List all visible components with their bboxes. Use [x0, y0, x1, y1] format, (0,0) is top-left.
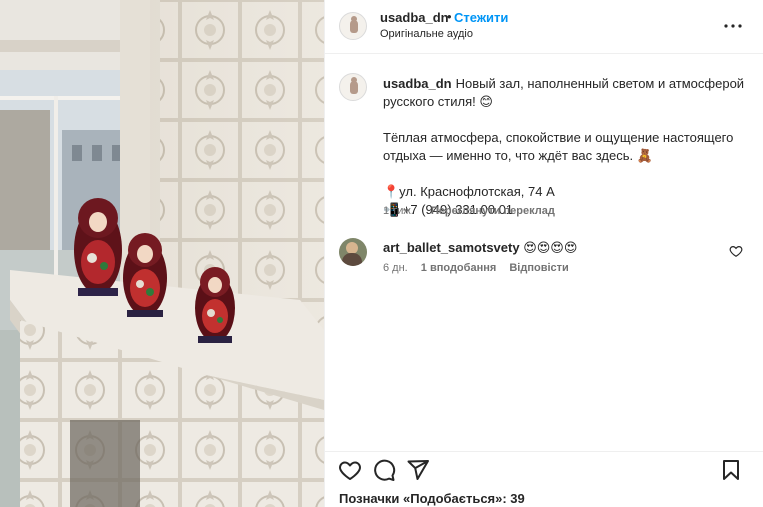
- commenter-username[interactable]: art_ballet_samotsvety: [383, 240, 520, 255]
- comment-meta: 6 дн. 1 вподобання Відповісти: [383, 262, 579, 274]
- caption-line-2: Тёплая атмосфера, спокойствие и ощущение…: [383, 130, 734, 163]
- see-translation-button[interactable]: Переглянути переклад: [431, 205, 555, 217]
- comment-text: art_ballet_samotsvety 😍😍😍😍: [383, 240, 577, 256]
- matryoshka-large: [74, 198, 122, 296]
- commenter-avatar[interactable]: [339, 238, 367, 266]
- author-avatar[interactable]: [339, 12, 367, 40]
- action-bar: [325, 451, 763, 485]
- post-media[interactable]: [0, 0, 324, 507]
- more-options-icon[interactable]: [721, 14, 745, 38]
- author-username[interactable]: usadba_dn: [380, 10, 449, 25]
- post-sidebar: usadba_dn • Стежити Оригінальне аудіо us…: [324, 0, 763, 507]
- matryoshka-medium: [123, 233, 167, 317]
- caption-time[interactable]: 1 тиж.: [383, 205, 414, 217]
- likes-count[interactable]: Позначки «Подобається»: 39: [339, 491, 525, 506]
- caption-address: 📍ул. Краснофлотская, 74 А: [383, 184, 555, 199]
- post-header: usadba_dn • Стежити Оригінальне аудіо: [325, 0, 763, 54]
- comment-likes-count[interactable]: 1 вподобання: [421, 262, 496, 274]
- caption-username[interactable]: usadba_dn: [383, 76, 452, 91]
- caption-text: usadba_dn Новый зал, наполненный светом и…: [383, 75, 755, 219]
- comment-time[interactable]: 6 дн.: [383, 262, 408, 274]
- caption-meta: 1 тиж. Переглянути переклад: [383, 205, 555, 217]
- comment-icon[interactable]: [372, 458, 396, 482]
- comment-like-icon[interactable]: [729, 244, 743, 258]
- separator-dot: •: [447, 9, 452, 24]
- share-icon[interactable]: [406, 458, 430, 482]
- save-icon[interactable]: [719, 458, 743, 482]
- reply-button[interactable]: Відповісти: [509, 262, 568, 274]
- like-icon[interactable]: [338, 458, 362, 482]
- follow-button[interactable]: Стежити: [454, 10, 508, 25]
- matryoshka-small: [195, 267, 235, 343]
- post-photo: [0, 0, 324, 507]
- comment-item: art_ballet_samotsvety 😍😍😍😍 6 дн. 1 вподо…: [325, 232, 763, 280]
- caption-avatar[interactable]: [339, 73, 367, 101]
- comment-body: 😍😍😍😍: [523, 240, 578, 255]
- original-audio-link[interactable]: Оригінальне аудіо: [380, 28, 473, 40]
